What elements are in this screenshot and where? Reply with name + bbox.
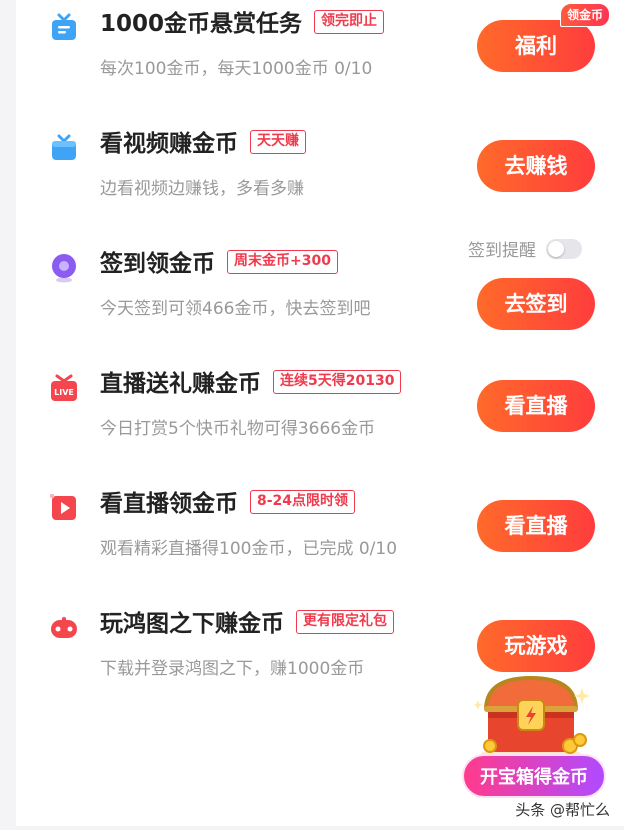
task-description: 今日打赏5个快币礼物可得3666金币 (100, 419, 376, 439)
task-item-bounty: 1000金币悬赏任务 领完即止 每次100金币，每天1000金币 0/10 福利 (16, 2, 624, 122)
task-description: 观看精彩直播得100金币，已完成 0/10 (100, 539, 398, 559)
task-title: 看直播领金币 8-24点限时领 (100, 488, 356, 520)
task-badge: 周末金币+300 (227, 249, 338, 274)
earn-money-button[interactable]: 去赚钱 (477, 140, 595, 192)
watch-live-button[interactable]: 看直播 (477, 500, 595, 552)
treasure-chest-widget[interactable]: 开宝箱得金币 (462, 670, 606, 800)
gift-tv-icon (52, 13, 76, 40)
task-badge: 更有限定礼包 (296, 609, 394, 634)
live-gift-icon: LIVE (51, 374, 77, 401)
task-description: 下载并登录鸿图之下，赚1000金币 (100, 659, 365, 679)
task-list-card: 1000金币悬赏任务 领完即止 每次100金币，每天1000金币 0/10 福利 … (16, 0, 624, 826)
task-title: 玩鸿图之下赚金币 更有限定礼包 (100, 608, 394, 640)
watermark-text: 头条 @帮忙么 (515, 801, 610, 819)
toggle-knob (548, 241, 564, 257)
task-badge: 连续5天得20130 (273, 369, 402, 394)
gamepad-icon (51, 617, 77, 638)
task-badge: 天天赚 (250, 129, 306, 154)
task-title: 签到领金币 周末金币+300 (100, 248, 338, 280)
play-icon (50, 494, 76, 520)
checkin-button[interactable]: 去签到 (477, 278, 595, 330)
task-description: 边看视频边赚钱，多看多赚 (100, 179, 304, 199)
task-description: 今天签到可领466金币，快去签到吧 (100, 299, 371, 319)
get-coins-tag: 领金币 (560, 3, 611, 27)
svg-text:LIVE: LIVE (54, 388, 74, 397)
watch-live-button[interactable]: 看直播 (477, 380, 595, 432)
task-title: 1000金币悬赏任务 领完即止 (100, 8, 385, 40)
task-description: 每次100金币，每天1000金币 0/10 (100, 59, 373, 79)
checkin-reminder: 签到提醒 (468, 238, 582, 264)
treasure-chest-button[interactable]: 开宝箱得金币 (462, 754, 606, 798)
checkin-reminder-toggle[interactable] (546, 239, 582, 259)
tv-icon (52, 134, 76, 160)
checkin-reminder-label: 签到提醒 (468, 241, 536, 261)
play-game-button[interactable]: 玩游戏 (477, 620, 595, 672)
welfare-button[interactable]: 福利 (477, 20, 595, 72)
task-badge: 领完即止 (314, 9, 385, 34)
task-title: 直播送礼赚金币 连续5天得20130 (100, 368, 402, 400)
task-badge: 8-24点限时领 (250, 489, 356, 514)
treasure-chest-icon (473, 675, 590, 761)
task-item-live-gift: LIVE 直播送礼赚金币 连续5天得20130 今日打赏5个快币礼物可得3666金… (16, 362, 624, 482)
location-pin-icon (52, 254, 76, 283)
task-item-watch-live: 看直播领金币 8-24点限时领 观看精彩直播得100金币，已完成 0/10 看直播 (16, 482, 624, 602)
task-item-watch-video: 看视频赚金币 天天赚 边看视频边赚钱，多看多赚 去赚钱 (16, 122, 624, 242)
task-title: 看视频赚金币 天天赚 (100, 128, 306, 160)
